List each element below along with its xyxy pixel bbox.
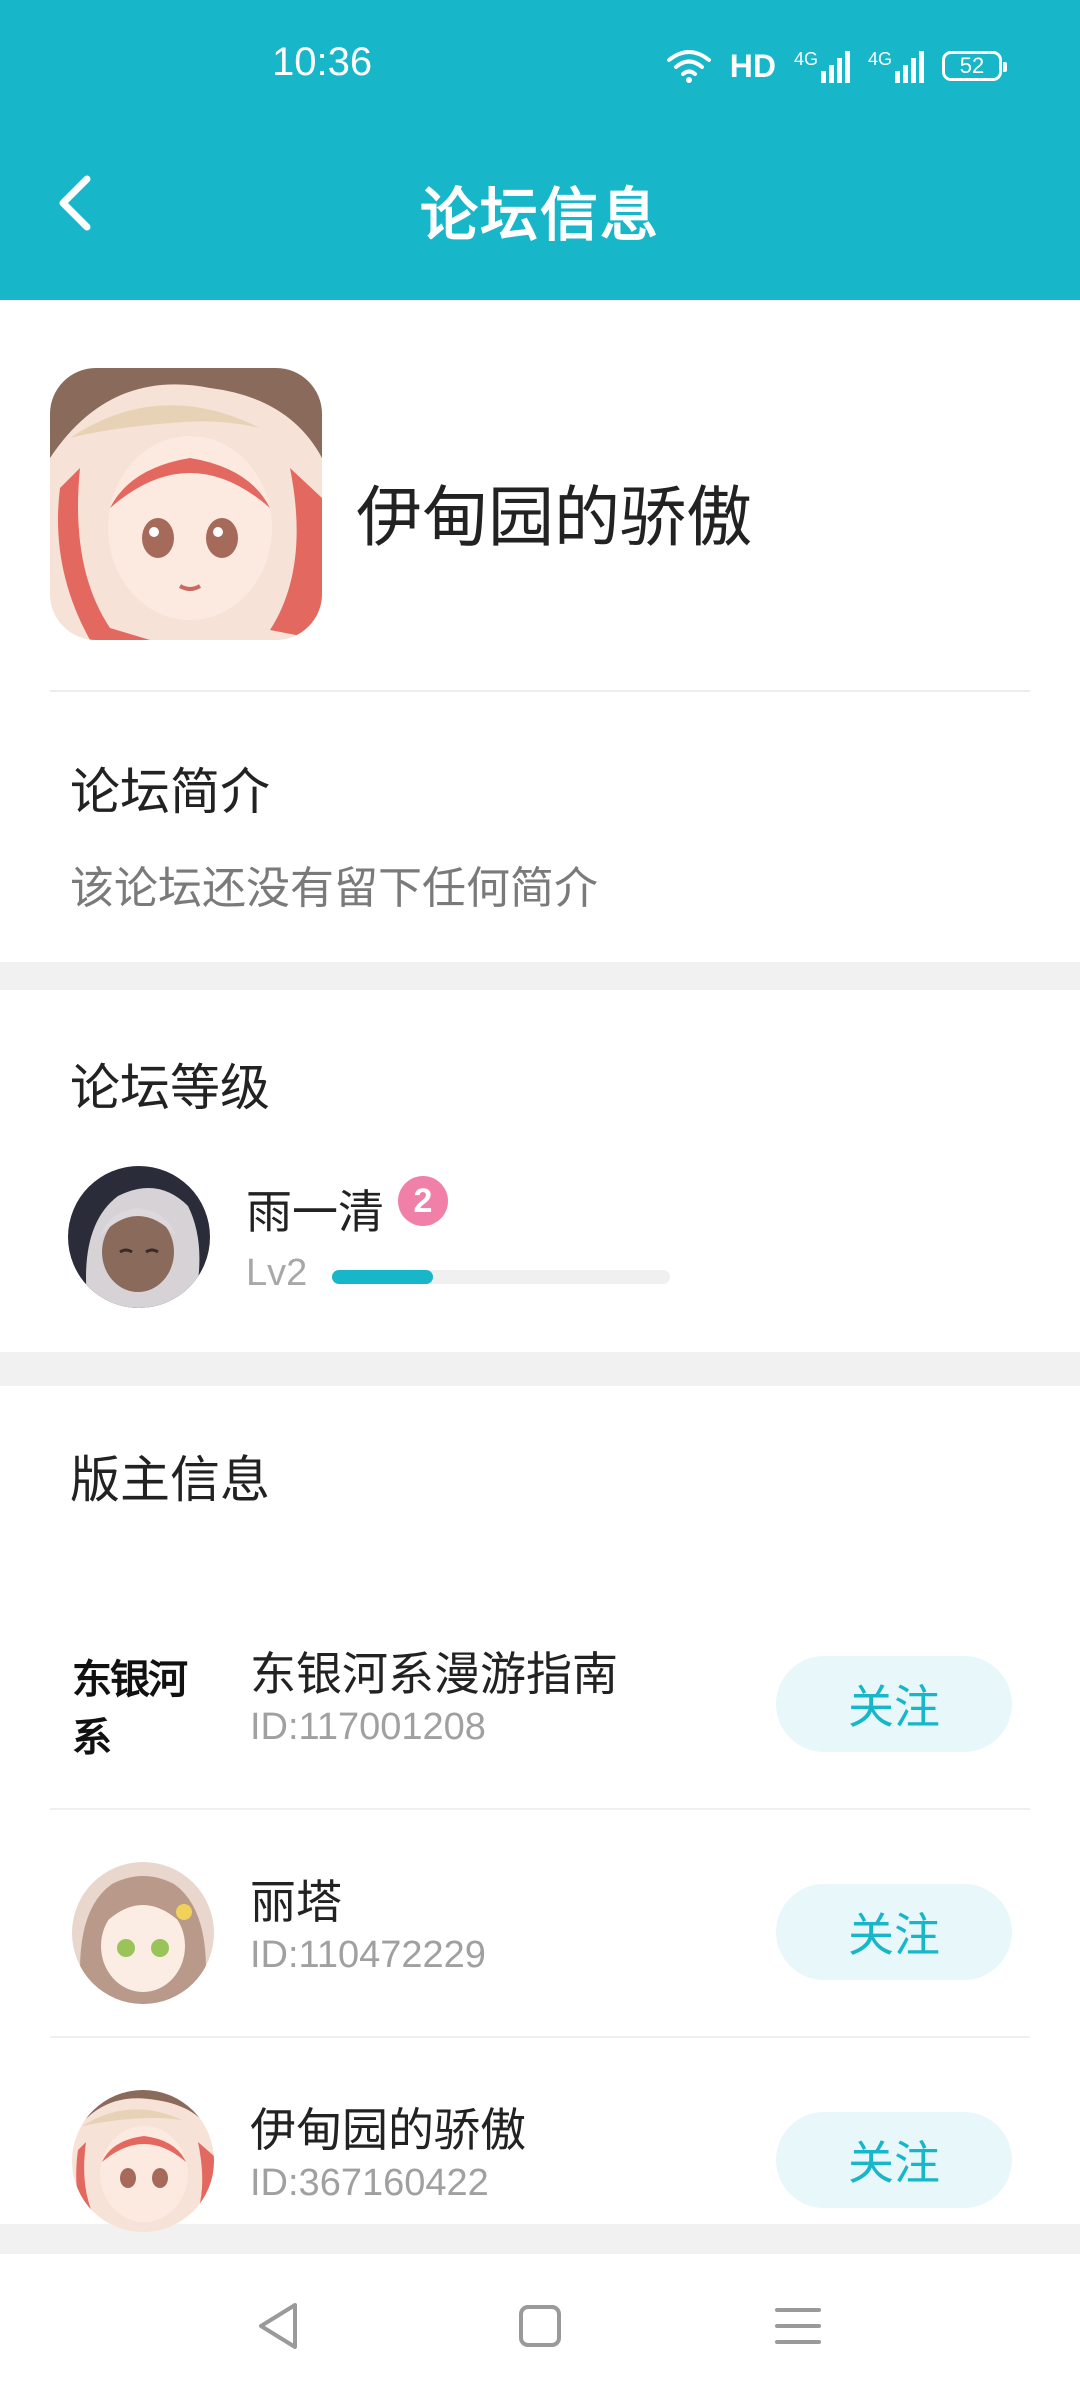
nav-back-button[interactable] xyxy=(238,2288,318,2368)
signal-icon-2: 4G xyxy=(868,49,924,83)
moderator-row: 东银河系 东银河系漫游指南 ID:117001208 关注 xyxy=(0,1582,1080,1810)
member-name: 雨一清 xyxy=(246,1185,384,1239)
page-title: 论坛信息 xyxy=(419,181,660,249)
moderator-avatar[interactable] xyxy=(72,1862,214,2004)
moderator-row: 丽塔 ID:110472229 关注 xyxy=(0,1810,1080,2038)
moderator-id: ID:367160422 xyxy=(250,2162,489,2204)
status-time: 10:36 xyxy=(272,40,373,84)
menu-lines-icon xyxy=(773,2304,823,2352)
moderator-row: 伊甸园的骄傲 ID:367160422 关注 xyxy=(0,2038,1080,2266)
level-label: Lv2 xyxy=(246,1252,308,1294)
forum-level-card: 论坛等级 雨一清 2 Lv2 xyxy=(0,990,1080,1352)
divider xyxy=(50,690,1030,692)
nav-home-button[interactable] xyxy=(500,2288,580,2368)
moderator-name: 丽塔 xyxy=(250,1875,342,1929)
square-home-icon xyxy=(517,2303,563,2353)
hd-label: HD xyxy=(729,47,776,84)
intro-title: 论坛简介 xyxy=(70,763,270,821)
battery-level: 52 xyxy=(959,53,985,78)
level-progress-fill xyxy=(332,1270,434,1284)
follow-button[interactable]: 关注 xyxy=(776,2112,1012,2208)
member-avatar[interactable] xyxy=(68,1166,210,1308)
forum-name: 伊甸园的骄傲 xyxy=(356,479,752,556)
level-progress-bar xyxy=(332,1270,670,1284)
battery-icon: 52 xyxy=(942,51,1007,81)
level-title: 论坛等级 xyxy=(70,1059,270,1117)
moderators-title: 版主信息 xyxy=(70,1451,270,1509)
moderator-logo[interactable]: 东银河系 xyxy=(72,1634,214,1776)
follow-button[interactable]: 关注 xyxy=(776,1656,1012,1752)
follow-button[interactable]: 关注 xyxy=(776,1884,1012,1980)
wifi-icon xyxy=(666,48,712,84)
moderator-id: ID:117001208 xyxy=(250,1706,486,1748)
status-icons: HD 4G 4G 52 xyxy=(666,44,1007,88)
intro-text: 该论坛还没有留下任何简介 xyxy=(70,863,598,914)
moderator-avatar[interactable] xyxy=(72,2090,214,2232)
nav-menu-button[interactable] xyxy=(758,2288,838,2368)
status-bar: 10:36 HD 4G 4G 52 xyxy=(0,0,1080,130)
moderators-card: 版主信息 东银河系 东银河系漫游指南 ID:117001208 关注 丽塔 ID… xyxy=(0,1386,1080,2232)
signal-label-2: 4G xyxy=(867,49,892,69)
triangle-back-icon xyxy=(253,2299,303,2357)
moderator-id: ID:110472229 xyxy=(250,1934,486,1976)
app-header: 10:36 HD 4G 4G 52 论坛信息 xyxy=(0,0,1080,300)
forum-avatar[interactable] xyxy=(50,368,322,640)
member-badge: 2 xyxy=(398,1176,448,1226)
moderator-name: 伊甸园的骄傲 xyxy=(250,2103,526,2157)
signal-icon-1: 4G xyxy=(794,49,850,83)
system-nav-bar xyxy=(0,2254,1080,2400)
moderator-name: 东银河系漫游指南 xyxy=(250,1647,618,1701)
signal-label-1: 4G xyxy=(793,49,818,69)
forum-profile-card: 伊甸园的骄傲 论坛简介 该论坛还没有留下任何简介 xyxy=(0,300,1080,962)
